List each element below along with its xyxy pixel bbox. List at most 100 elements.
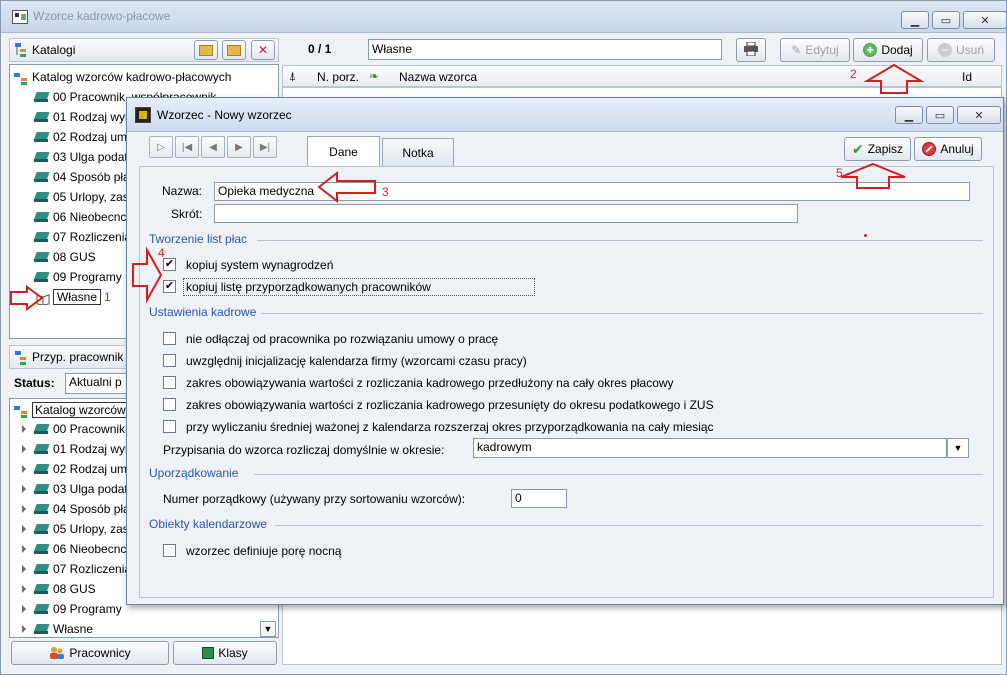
sort-icon[interactable]: ⍋ — [289, 69, 296, 84]
tree-item-selected[interactable]: Własne — [36, 287, 102, 307]
tree-root-label: Katalog wzorców kadrowo-płacowych — [32, 70, 232, 84]
tree-item[interactable]: 04 Sposób pła — [34, 167, 130, 187]
close-icon[interactable]: ✕ — [963, 11, 1007, 29]
expand-icon[interactable] — [22, 625, 26, 633]
book-icon — [34, 151, 50, 163]
book-icon — [34, 523, 50, 535]
usun-button[interactable]: − Usuń — [927, 38, 995, 62]
status-label: Status: — [14, 376, 55, 390]
tree-item[interactable]: 07 Rozliczenia — [22, 559, 131, 579]
anuluj-button[interactable]: Anuluj — [914, 137, 982, 161]
expand-icon[interactable] — [22, 525, 26, 533]
tree-item[interactable]: 01 Rodzaj wyn — [22, 439, 132, 459]
option-checkbox[interactable] — [163, 398, 176, 411]
annotation-arrow-5 — [840, 162, 906, 189]
delete-folder-button[interactable]: ✕ — [251, 40, 275, 60]
expand-icon[interactable] — [22, 565, 26, 573]
tree-item[interactable]: 02 Rodzaj um — [22, 459, 127, 479]
tree-selected-label: Własne — [53, 289, 102, 305]
tree-item[interactable]: 06 Nieobecnc — [34, 207, 126, 227]
expand-icon[interactable] — [22, 545, 26, 553]
przypisania-select[interactable]: kadrowym — [473, 438, 947, 458]
expand-icon[interactable] — [22, 425, 26, 433]
tree-item[interactable]: 03 Ulga podat — [34, 147, 128, 167]
klasy-button[interactable]: Klasy — [173, 641, 277, 665]
dodaj-button[interactable]: + Dodaj — [853, 38, 923, 62]
tree-item[interactable]: 03 Ulga podat — [22, 479, 128, 499]
main-titlebar: Wzorce kadrowo-płacowe ▁ ▭ ✕ — [1, 1, 1007, 33]
nav-last-button[interactable]: ▶| — [253, 136, 277, 158]
tab-notka[interactable]: Notka — [382, 138, 454, 167]
klasy-icon — [202, 647, 215, 659]
add-folder-button[interactable] — [194, 40, 218, 60]
expand-icon[interactable] — [22, 465, 26, 473]
option-checkbox[interactable] — [163, 354, 176, 367]
print-button[interactable] — [736, 38, 766, 62]
tree-root-bottom[interactable]: Katalog wzorców — [14, 400, 129, 420]
nav-play-button[interactable]: ▷ — [149, 136, 173, 158]
skrot-input[interactable] — [214, 204, 798, 223]
tab-dane[interactable]: Dane — [307, 136, 380, 167]
nav-prev-button[interactable]: ◀ — [201, 136, 225, 158]
kopiuj-liste-checkbox[interactable]: ✔ — [163, 280, 176, 293]
book-icon — [34, 231, 50, 243]
tree-item[interactable]: 05 Urlopy, zas — [34, 187, 129, 207]
expand-icon[interactable] — [22, 485, 26, 493]
col-nazwa[interactable]: Nazwa wzorca — [399, 70, 477, 84]
nav-next-button[interactable]: ▶ — [227, 136, 251, 158]
status-select[interactable]: Aktualni p — [65, 373, 135, 394]
pora-nocna-checkbox[interactable] — [163, 544, 176, 557]
tree-item[interactable]: 06 Nieobecnc — [22, 539, 126, 559]
book-icon — [34, 443, 50, 455]
expand-icon[interactable] — [22, 605, 26, 613]
prev-icon: ◀ — [209, 141, 217, 153]
option-label: zakres obowiązywania wartości z rozlicza… — [186, 398, 714, 412]
close-icon[interactable]: ✕ — [957, 106, 1001, 124]
tree-item[interactable]: 05 Urlopy, zas — [22, 519, 129, 539]
dropdown-arrow-icon[interactable]: ▼ — [947, 438, 969, 458]
option-label: zakres obowiązywania wartości z rozlicza… — [186, 376, 674, 390]
option-checkbox[interactable] — [163, 376, 176, 389]
maximize-icon[interactable]: ▭ — [932, 11, 960, 29]
pora-nocna-label: wzorzec definiuje porę nocną — [186, 544, 342, 558]
numer-input[interactable]: 0 — [511, 489, 567, 508]
edytuj-button[interactable]: ✎ Edytuj — [780, 38, 850, 62]
remove-icon: − — [937, 43, 952, 57]
option-checkbox[interactable] — [163, 332, 176, 345]
maximize-icon[interactable]: ▭ — [926, 106, 954, 124]
minimize-icon[interactable]: ▁ — [901, 11, 929, 29]
col-id[interactable]: Id — [962, 70, 972, 84]
separator — [261, 313, 983, 314]
tree-item[interactable]: 09 Programy — [22, 599, 122, 619]
book-icon — [34, 91, 50, 103]
tree-item[interactable]: 08 GUS — [22, 579, 96, 599]
tree-root-top[interactable]: Katalog wzorców kadrowo-płacowych — [14, 67, 231, 87]
separator — [275, 525, 983, 526]
printer-icon — [743, 41, 759, 59]
tree-item[interactable]: 08 GUS — [34, 247, 96, 267]
new-template-dialog: Wzorzec - Nowy wzorzec ▁ ▭ ✕ ▷ |◀ ◀ ▶ ▶|… — [126, 97, 1004, 605]
option-checkbox[interactable] — [163, 420, 176, 433]
nav-first-button[interactable]: |◀ — [175, 136, 199, 158]
tree-item[interactable]: 00 Pracownik — [22, 419, 125, 439]
edit-folder-button[interactable] — [222, 40, 246, 60]
tree-item[interactable]: Własne — [22, 619, 93, 637]
annotation-arrow-3 — [317, 170, 376, 204]
expand-icon[interactable] — [22, 585, 26, 593]
pracownicy-button[interactable]: Pracownicy — [11, 641, 169, 665]
tree-item[interactable]: 04 Sposób pła — [22, 499, 130, 519]
edit-folder-icon — [227, 44, 241, 56]
tree-item[interactable]: 01 Rodzaj wyn — [34, 107, 132, 127]
tree-item[interactable]: 09 Programy — [34, 267, 122, 287]
minimize-icon[interactable]: ▁ — [895, 106, 923, 124]
tree-root-icon — [14, 404, 28, 418]
expand-icon[interactable] — [22, 505, 26, 513]
filter-field[interactable]: Własne — [368, 39, 722, 60]
scroll-down-icon[interactable]: ▼ — [260, 621, 276, 637]
tree-item[interactable]: 02 Rodzaj um — [34, 127, 127, 147]
expand-icon[interactable] — [22, 445, 26, 453]
zapisz-button[interactable]: ✔ Zapisz — [844, 137, 911, 161]
book-icon — [34, 623, 50, 635]
tree-item[interactable]: 07 Rozliczenia — [34, 227, 131, 247]
col-n-porz[interactable]: N. porz. — [317, 70, 359, 84]
